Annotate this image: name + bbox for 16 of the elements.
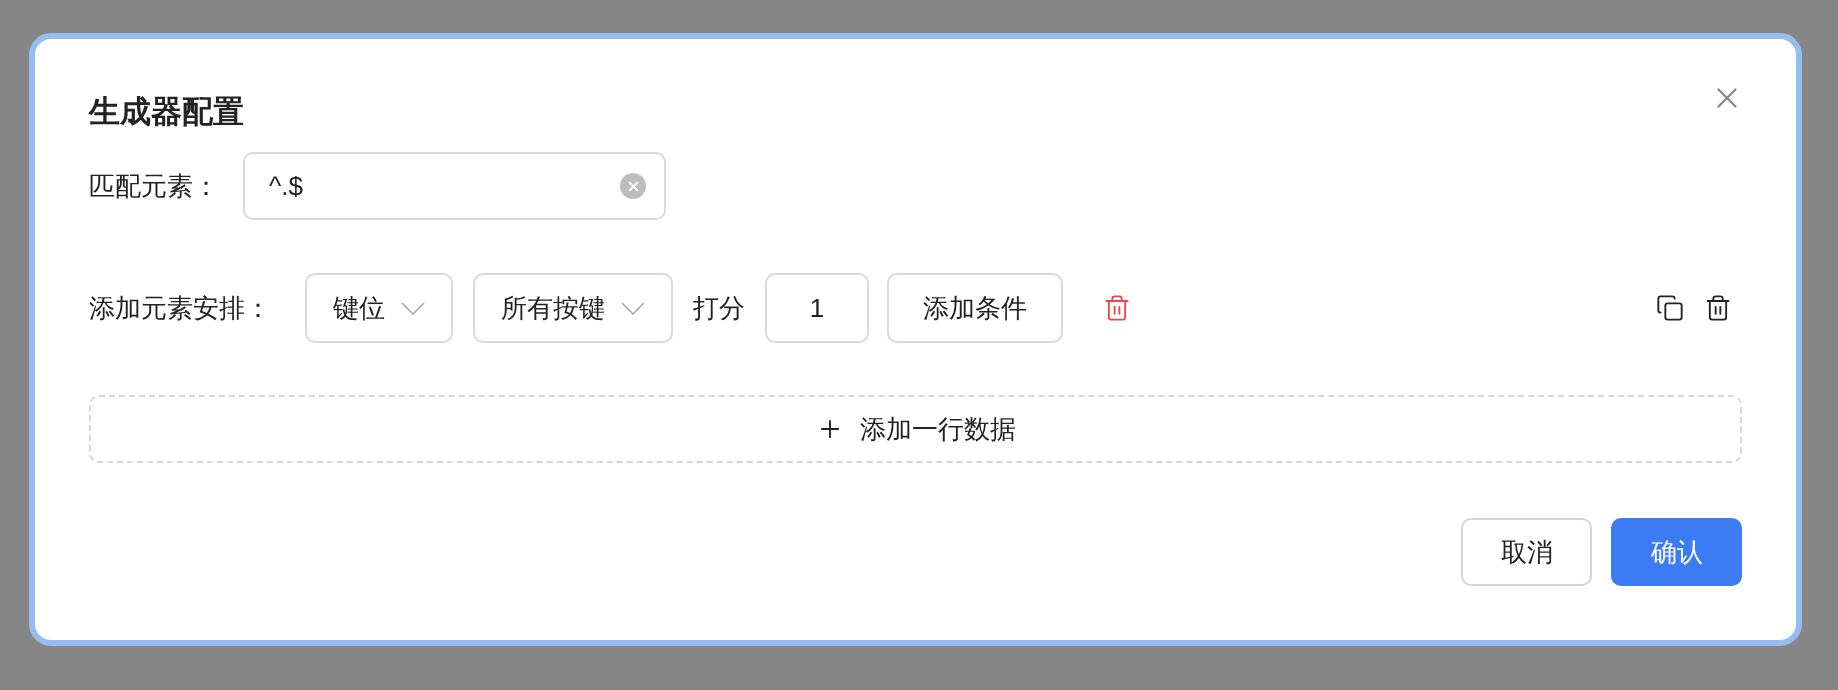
add-row-button[interactable]: 添加一行数据	[89, 395, 1742, 463]
select-dropdown[interactable]: 所有按键	[473, 273, 673, 343]
add-condition-button[interactable]: 添加条件	[887, 273, 1063, 343]
chevron-down-icon	[401, 301, 425, 315]
field-label: 添加元素安排：	[89, 291, 272, 325]
score-label: 打分	[693, 291, 745, 325]
score-field[interactable]: 1	[765, 273, 869, 343]
delete-icon[interactable]	[1704, 294, 1732, 322]
copy-icon[interactable]	[1656, 294, 1684, 322]
field-label: 匹配元素：	[89, 169, 220, 203]
confirm-button[interactable]: 确认	[1611, 518, 1742, 586]
dialog-title: 生成器配置	[89, 93, 244, 131]
cancel-button[interactable]: 取消	[1461, 518, 1592, 586]
input-field[interactable]: ^.$	[243, 152, 666, 220]
select-dropdown[interactable]: 键位	[305, 273, 453, 343]
chevron-down-icon	[621, 301, 645, 315]
